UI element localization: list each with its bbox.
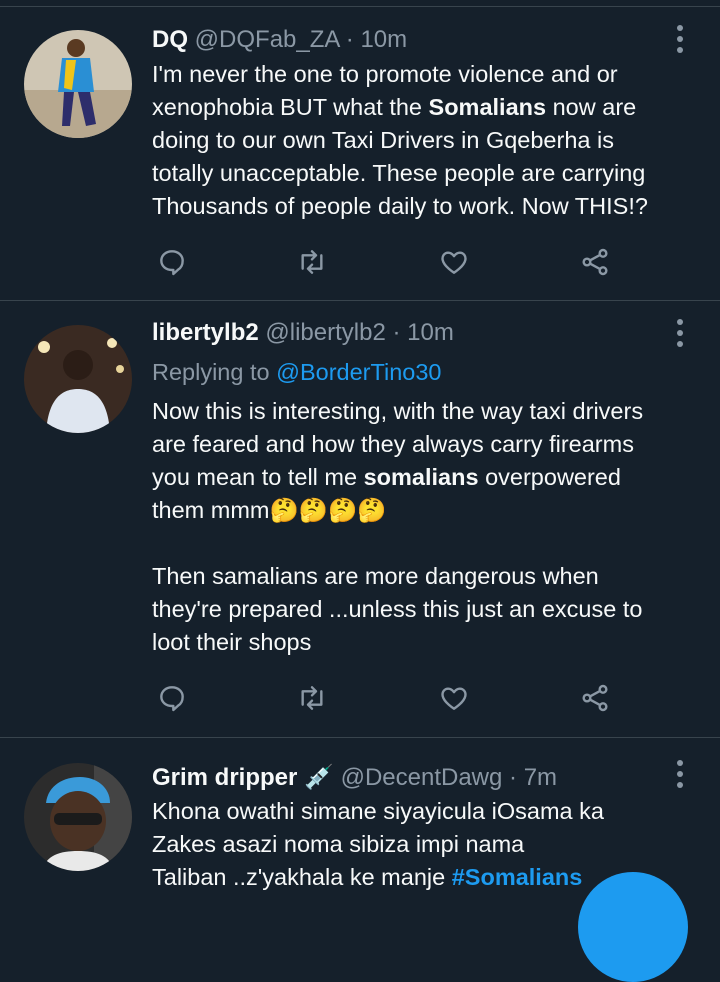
tweet-line: you mean to tell me somalians overpowere… <box>152 461 697 494</box>
retweet-button[interactable] <box>292 242 332 282</box>
separator: · <box>345 26 354 53</box>
tweet-header: DQ @DQFab_ZA · 10m <box>152 25 407 55</box>
display-name[interactable]: libertylb2 <box>152 319 259 346</box>
timestamp[interactable]: 10m <box>407 319 454 346</box>
separator: · <box>392 319 401 346</box>
reply-icon <box>160 250 184 276</box>
reply-button[interactable] <box>152 242 192 282</box>
display-name[interactable]: Grim dripper <box>152 764 297 791</box>
tweet-line: Now this is interesting, with the way ta… <box>152 398 644 424</box>
avatar-image <box>24 325 132 433</box>
retweet-icon <box>301 250 323 274</box>
tweet-text: I'm never the one to promote violence an… <box>152 58 697 223</box>
user-handle[interactable]: @DecentDawg <box>341 764 503 791</box>
like-icon <box>441 687 467 710</box>
text-fragment: you mean to tell me <box>152 464 364 490</box>
tweet-line: them mmm🤔🤔🤔🤔 <box>152 497 387 523</box>
action-bar <box>152 242 632 282</box>
share-button[interactable] <box>575 242 615 282</box>
hashtag-link[interactable]: #Somalians <box>452 864 583 890</box>
reply-button[interactable] <box>152 678 192 718</box>
avatar-image <box>24 30 132 138</box>
tweet-line: are feared and how they always carry fir… <box>152 431 634 457</box>
user-handle[interactable]: @libertylb2 <box>265 319 385 346</box>
replying-to: Replying to @BorderTino30 <box>152 356 441 389</box>
share-icon <box>582 248 608 276</box>
compose-fab[interactable] <box>578 872 688 982</box>
tweet[interactable]: DQ @DQFab_ZA · 10m I'm never the one to … <box>0 0 720 300</box>
like-button[interactable] <box>434 678 474 718</box>
timestamp[interactable]: 10m <box>360 26 407 53</box>
share-icon <box>582 684 608 712</box>
tweet[interactable]: libertylb2 @libertylb2 · 10m Replying to… <box>0 301 720 737</box>
tweet-line: Zakes asazi noma sibiza impi nama <box>152 831 525 857</box>
tweet-line: loot their shops <box>152 629 312 655</box>
replying-label: Replying to <box>152 359 270 385</box>
text-fragment: now are <box>546 94 637 120</box>
user-handle[interactable]: @DQFab_ZA <box>195 26 339 53</box>
avatar[interactable] <box>24 325 132 433</box>
like-icon <box>441 251 467 274</box>
tweet-line: Thousands of people daily to work. Now T… <box>152 193 648 219</box>
text-fragment: overpowered <box>478 464 621 490</box>
bold-keyword: Somalians <box>428 94 547 120</box>
retweet-button[interactable] <box>292 678 332 718</box>
display-name[interactable]: DQ <box>152 26 188 53</box>
action-bar <box>152 678 632 718</box>
tweet-line: totally unacceptable. These people are c… <box>152 160 646 186</box>
text-fragment: xenophobia BUT what the <box>152 94 429 120</box>
name-emoji: 💉 <box>304 764 334 791</box>
timestamp[interactable]: 7m <box>524 764 557 791</box>
tweet-line: I'm never the one to promote violence an… <box>152 61 618 87</box>
separator: · <box>509 764 518 791</box>
tweet-header: libertylb2 @libertylb2 · 10m <box>152 318 454 348</box>
retweet-icon <box>301 686 323 710</box>
avatar[interactable] <box>24 30 132 138</box>
tweet-line: Khona owathi simane siyayicula iOsama ka <box>152 798 604 824</box>
tweet-line: they're prepared ...unless this just an … <box>152 596 643 622</box>
like-button[interactable] <box>434 242 474 282</box>
replying-handle-link[interactable]: @BorderTino30 <box>276 359 441 385</box>
more-options-icon[interactable] <box>672 318 688 348</box>
more-options-icon[interactable] <box>672 759 688 789</box>
reply-icon <box>160 686 184 712</box>
tweet-text: Now this is interesting, with the way ta… <box>152 395 697 659</box>
share-button[interactable] <box>575 678 615 718</box>
tweet-line: Then samalians are more dangerous when <box>152 563 599 589</box>
avatar[interactable] <box>24 763 132 871</box>
tweet-header: Grim dripper 💉 @DecentDawg · 7m <box>152 763 557 793</box>
avatar-image <box>24 763 132 871</box>
bold-keyword: somalians <box>363 464 479 490</box>
more-options-icon[interactable] <box>672 24 688 54</box>
tweet-line: doing to our own Taxi Drivers in Gqeberh… <box>152 127 614 153</box>
tweet-line: xenophobia BUT what the Somalians now ar… <box>152 91 697 124</box>
text-fragment: Taliban ..z'yakhala ke manje <box>152 864 452 890</box>
